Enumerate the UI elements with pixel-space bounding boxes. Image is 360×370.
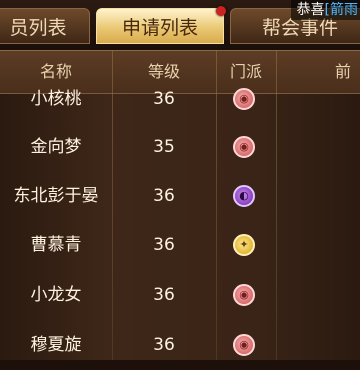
gold-sect-icon: ✦ <box>233 234 255 256</box>
applicant-name: 穆夏旋 <box>30 335 82 355</box>
pink-sect-icon: ◉ <box>233 334 255 356</box>
table-row[interactable]: 东北彭于晏 36 ◐ <box>0 171 360 221</box>
applicant-name: 东北彭于晏 <box>13 186 99 206</box>
red-pin-icon <box>216 6 226 16</box>
applicant-name: 小核桃 <box>30 89 82 109</box>
pink-sect-icon: ◉ <box>233 88 255 110</box>
applicant-name: 金向梦 <box>30 137 82 157</box>
applicant-level: 35 <box>153 137 175 157</box>
table-row[interactable]: 小龙女 36 ◉ <box>0 270 360 320</box>
tab-member-list[interactable]: 员列表 <box>0 8 90 44</box>
pink-sect-icon: ◉ <box>233 284 255 306</box>
notice-player-name[interactable]: [箭雨 <box>325 2 358 18</box>
pink-sect-icon: ◉ <box>233 136 255 158</box>
table-row[interactable]: 穆夏旋 36 ◉ <box>0 320 360 370</box>
applicant-level: 36 <box>153 186 175 206</box>
applicant-level: 36 <box>153 235 175 255</box>
applicant-name: 曹慕青 <box>30 235 82 255</box>
table-row[interactable]: 曹慕青 36 ✦ <box>0 220 360 270</box>
applicant-name: 小龙女 <box>30 285 82 305</box>
notice-prefix: 恭喜 <box>296 2 325 18</box>
purple-sect-icon: ◐ <box>233 185 255 207</box>
applicant-level: 36 <box>153 335 175 355</box>
applicant-level: 36 <box>153 89 175 109</box>
tab-application-list[interactable]: 申请列表 <box>96 8 224 44</box>
applicant-level: 36 <box>153 285 175 305</box>
table-row[interactable]: 金向梦 35 ◉ <box>0 122 360 172</box>
system-notice: 恭喜[箭雨 <box>290 0 360 20</box>
table-row[interactable]: 小核桃 36 ◉ <box>0 74 360 124</box>
